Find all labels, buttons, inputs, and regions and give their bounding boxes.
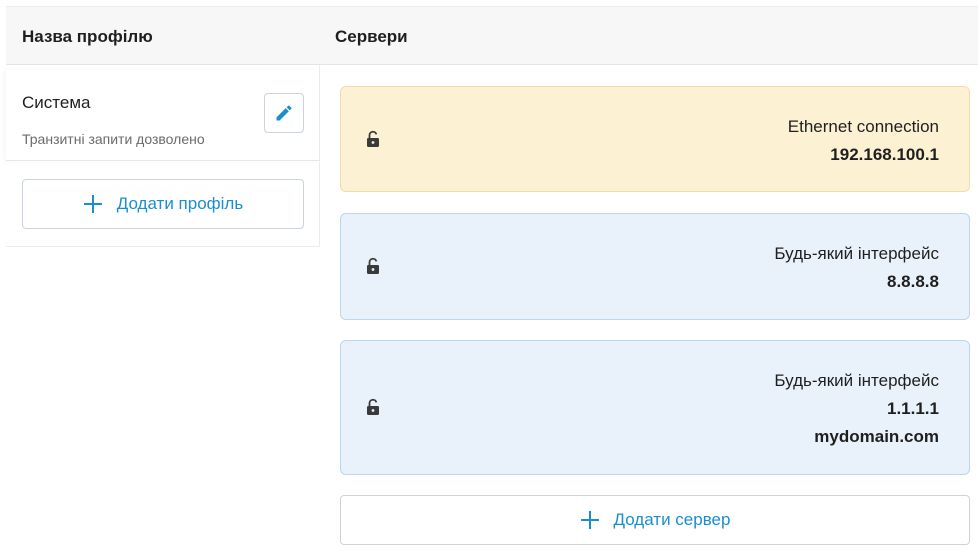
- unlocked-padlock-icon: [367, 130, 379, 147]
- server-domain: mydomain.com: [814, 427, 939, 446]
- server-interface: Будь-який інтерфейс: [774, 244, 939, 263]
- server-interface: Будь-який інтерфейс: [774, 371, 939, 390]
- unlocked-padlock-icon: [367, 257, 379, 274]
- add-profile-label: Додати профіль: [116, 194, 244, 213]
- profile-description: Транзитні запити дозволено: [22, 131, 205, 147]
- profile-name-column-header: Назва профілю: [22, 27, 153, 46]
- server-card[interactable]: Ethernet connection 192.168.100.1: [340, 86, 970, 192]
- server-address: 1.1.1.1: [887, 399, 939, 418]
- add-server-label: Додати сервер: [613, 510, 731, 529]
- pencil-icon: [276, 105, 292, 121]
- profile-item-system[interactable]: Система Транзитні запити дозволено: [6, 70, 319, 161]
- server-card[interactable]: Будь-який інтерфейс 1.1.1.1 mydomain.com: [340, 340, 970, 475]
- add-server-button[interactable]: Додати сервер: [340, 495, 970, 545]
- server-address: 192.168.100.1: [830, 145, 939, 164]
- plus-icon: [83, 195, 102, 213]
- add-profile-button[interactable]: Додати профіль: [22, 179, 304, 229]
- table-header: Назва профілю Сервери: [6, 6, 978, 65]
- profile-name: Система: [22, 93, 91, 112]
- edit-profile-button[interactable]: [264, 93, 304, 133]
- plus-icon: [580, 511, 599, 529]
- server-address: 8.8.8.8: [887, 272, 939, 291]
- profiles-panel: Система Транзитні запити дозволено Додат…: [6, 65, 320, 247]
- unlocked-padlock-icon: [367, 398, 379, 415]
- servers-column-header: Сервери: [335, 27, 408, 46]
- server-interface: Ethernet connection: [787, 117, 939, 136]
- server-card[interactable]: Будь-який інтерфейс 8.8.8.8: [340, 213, 970, 320]
